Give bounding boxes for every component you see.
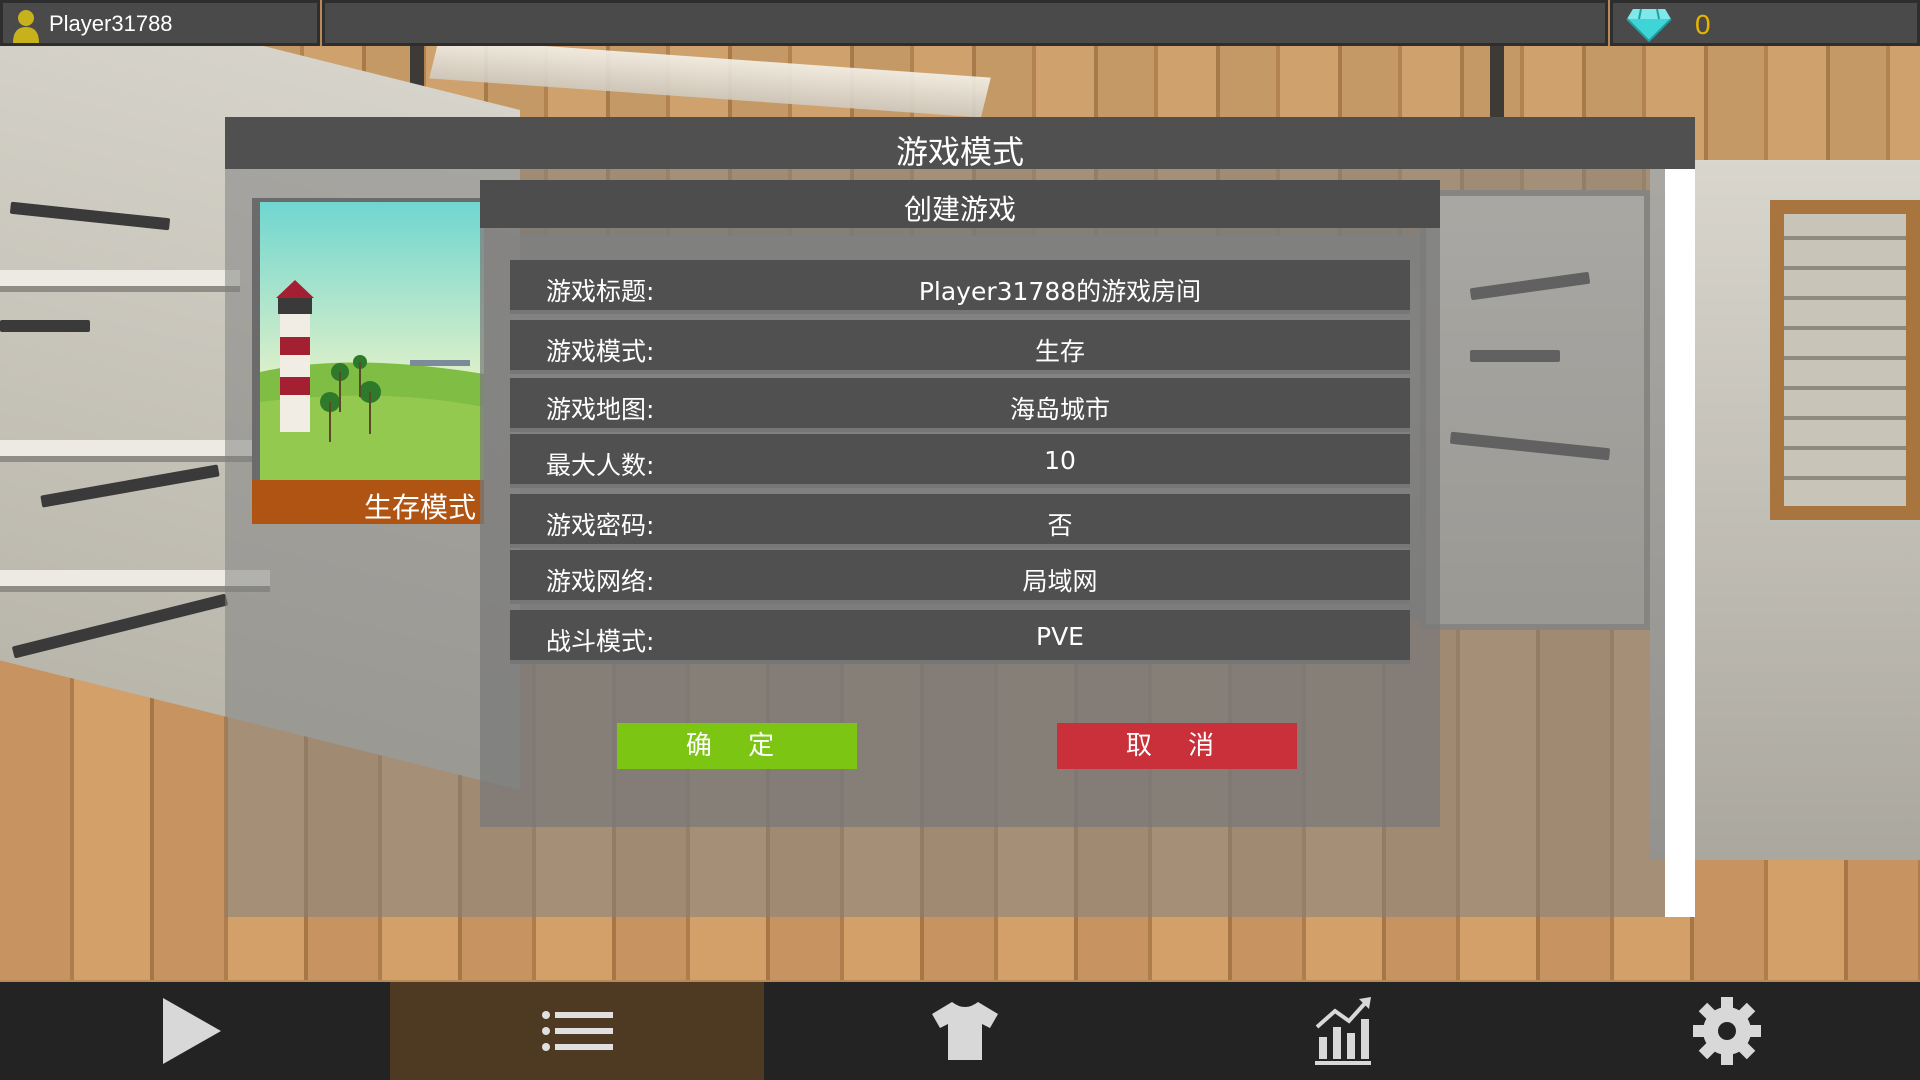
shelf [0,270,240,292]
dialog-title: 游戏模式 [895,133,1024,171]
setting-label: 游戏标题: [546,277,655,306]
mode-card-survival[interactable]: 生存模式 [252,198,484,524]
setting-row-max-players[interactable]: 最大人数: 10 [510,434,1410,488]
dialog-title-bar: 游戏模式 [225,117,1695,171]
player-name: Player31788 [49,11,173,36]
setting-value[interactable]: 海岛城市 [730,390,1390,426]
setting-label: 战斗模式: [546,627,655,656]
setting-label: 游戏网络: [546,567,655,596]
setting-value[interactable]: 局域网 [730,562,1390,598]
nav-outfit-button[interactable] [778,982,1152,1080]
panel-title: 创建游戏 [903,193,1016,226]
nav-stats-button[interactable] [1156,982,1530,1080]
cancel-button[interactable]: 取 消 [1057,723,1297,769]
mode-caption: 生存模式 [363,491,476,524]
diamond-icon [1626,8,1672,43]
weapon-model [0,320,90,332]
nav-list-button[interactable] [390,982,764,1080]
setting-row-password[interactable]: 游戏密码: 否 [510,494,1410,548]
setting-row-network[interactable]: 游戏网络: 局域网 [510,550,1410,604]
ceiling-beam [1490,46,1504,126]
nav-play-button[interactable] [4,982,378,1080]
setting-label: 游戏模式: [546,337,655,366]
setting-value[interactable]: 否 [730,506,1390,542]
setting-row-title[interactable]: 游戏标题: Player31788的游戏房间 [510,260,1410,314]
top-bar-center [322,0,1608,46]
setting-row-mode[interactable]: 游戏模式: 生存 [510,320,1410,374]
play-icon [163,998,221,1064]
list-icon [542,1011,613,1051]
confirm-button[interactable]: 确 定 [617,723,857,769]
player-avatar-icon [13,10,39,43]
currency-display[interactable]: 0 [1610,0,1920,46]
shelf [0,440,260,462]
panel-title-bar: 创建游戏 [480,180,1440,228]
setting-label: 游戏地图: [546,395,655,424]
setting-label: 最大人数: [546,451,655,480]
setting-value[interactable]: Player31788的游戏房间 [730,272,1390,308]
setting-row-combat-mode[interactable]: 战斗模式: PVE [510,610,1410,664]
map-thumbnail-image [260,202,484,480]
setting-value[interactable]: PVE [730,622,1390,651]
stats-icon [1315,997,1371,1065]
nav-settings-button[interactable] [1540,982,1914,1080]
mode-caption-bar: 生存模式 [252,480,484,524]
scrollbar[interactable] [1665,169,1695,917]
bottom-navigation [0,982,1920,1080]
shirt-icon [932,1002,998,1060]
wooden-frame [1770,200,1920,520]
gem-count: 0 [1695,9,1711,40]
setting-row-map[interactable]: 游戏地图: 海岛城市 [510,378,1410,432]
player-info[interactable]: Player31788 [0,0,320,46]
create-game-panel: 创建游戏 游戏标题: Player31788的游戏房间 游戏模式: 生存 游戏地… [480,180,1440,827]
setting-label: 游戏密码: [546,511,655,540]
setting-value[interactable]: 10 [730,446,1390,475]
setting-value[interactable]: 生存 [730,332,1390,368]
gear-icon [1693,997,1761,1065]
